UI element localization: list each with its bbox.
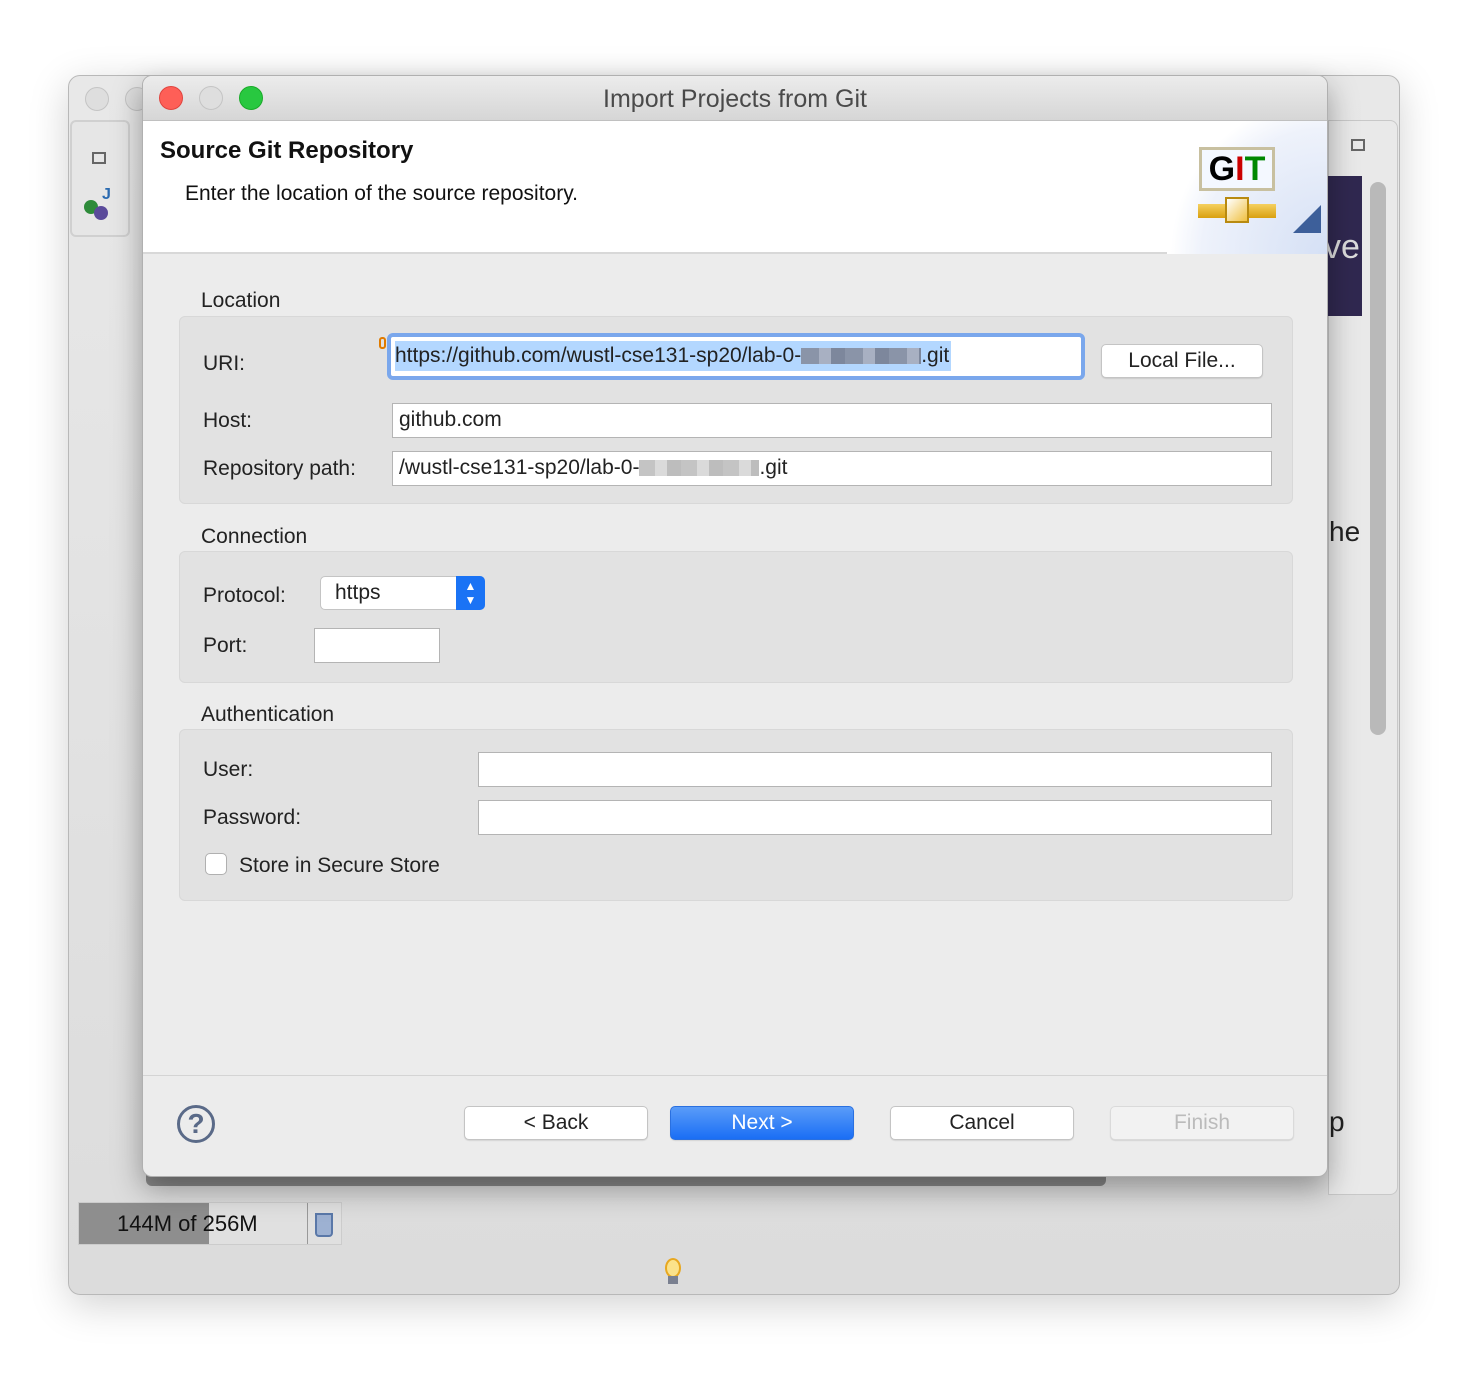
- uri-label: URI:: [203, 352, 245, 375]
- restore-icon[interactable]: [92, 152, 106, 164]
- redacted-text: [801, 348, 922, 365]
- cancel-button[interactable]: Cancel: [890, 1106, 1074, 1140]
- left-toolbar: J: [70, 120, 130, 237]
- authentication-group: User: Password: Store in Secure Store: [179, 729, 1293, 901]
- heap-label: 144M of 256M: [117, 1211, 258, 1236]
- restore-icon[interactable]: [1351, 139, 1365, 151]
- page-description: Enter the location of the source reposit…: [185, 182, 578, 205]
- heap-status[interactable]: 144M of 256M: [78, 1202, 342, 1245]
- git-logo-icon: GIT: [1199, 147, 1275, 191]
- location-group: URI: https://github.com/wustl-cse131-sp2…: [179, 316, 1293, 504]
- protocol-select[interactable]: https ▲ ▼: [320, 576, 485, 610]
- minimize-button[interactable]: [199, 86, 223, 110]
- repository-path-label: Repository path:: [203, 457, 356, 480]
- back-button[interactable]: < Back: [464, 1106, 648, 1140]
- trash-icon[interactable]: [315, 1213, 333, 1237]
- lightbulb-icon[interactable]: [665, 1258, 681, 1278]
- java-perspective-icon[interactable]: J: [84, 186, 111, 220]
- port-label: Port:: [203, 634, 248, 657]
- store-secure-label[interactable]: Store in Secure Store: [239, 854, 440, 878]
- user-label: User:: [203, 758, 254, 781]
- uri-input[interactable]: https://github.com/wustl-cse131-sp20/lab…: [387, 333, 1085, 380]
- host-input[interactable]: github.com: [392, 403, 1272, 438]
- repository-path-input[interactable]: /wustl-cse131-sp20/lab-0- .git: [392, 451, 1272, 486]
- user-input[interactable]: [478, 752, 1272, 787]
- protocol-label: Protocol:: [203, 584, 286, 607]
- background-text: p: [1329, 1106, 1345, 1137]
- background-close-button[interactable]: [85, 87, 109, 111]
- store-secure-checkbox[interactable]: [205, 853, 227, 875]
- import-dialog: Import Projects from Git Source Git Repo…: [142, 75, 1328, 1177]
- connection-group: Protocol: https ▲ ▼ Port:: [179, 551, 1293, 683]
- background-banner: ve: [1328, 176, 1362, 316]
- next-button[interactable]: Next >: [670, 1106, 854, 1140]
- content-assist-icon: [379, 337, 386, 349]
- local-file-button[interactable]: Local File...: [1101, 344, 1263, 378]
- host-label: Host:: [203, 409, 253, 432]
- password-input[interactable]: [478, 800, 1272, 835]
- background-scrollbar[interactable]: [1370, 182, 1386, 735]
- background-text: ve: [1328, 228, 1360, 266]
- port-input[interactable]: [314, 628, 440, 663]
- close-button[interactable]: [159, 86, 183, 110]
- wizard-header: Source Git Repository Enter the location…: [143, 121, 1327, 254]
- finish-button[interactable]: Finish: [1110, 1106, 1294, 1140]
- help-icon[interactable]: ?: [177, 1105, 215, 1143]
- connection-group-label: Connection: [201, 525, 308, 548]
- redacted-text: [639, 460, 760, 477]
- chevron-updown-icon: ▲ ▼: [456, 576, 485, 610]
- wizard-corner-icon: [1293, 205, 1321, 233]
- dialog-title-bar: Import Projects from Git: [143, 76, 1327, 121]
- footer-divider: [143, 1075, 1327, 1076]
- authentication-group-label: Authentication: [201, 703, 335, 726]
- location-group-label: Location: [201, 289, 281, 312]
- password-label: Password:: [203, 806, 302, 829]
- zoom-button[interactable]: [239, 86, 263, 110]
- dialog-title: Import Projects from Git: [603, 85, 867, 113]
- page-title: Source Git Repository: [160, 137, 414, 164]
- background-text: he: [1329, 516, 1361, 547]
